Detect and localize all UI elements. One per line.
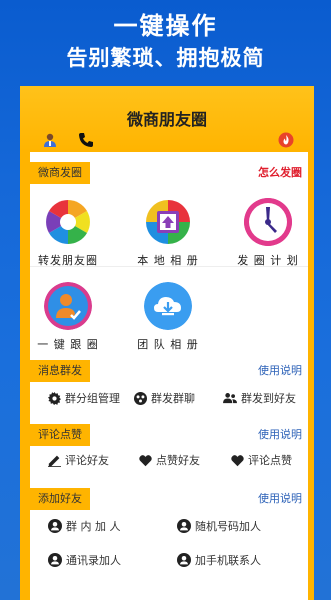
divider <box>30 266 308 267</box>
pencil-icon <box>48 455 61 467</box>
broadcast-to-friends-button[interactable]: 群发到好友 <box>223 390 296 408</box>
group-manage-button[interactable]: 群分组管理 <box>48 390 120 408</box>
grid-item-label: 团 队 相 册 <box>137 338 199 351</box>
posting-plan-button[interactable]: 发 圈 计 划 <box>228 198 308 268</box>
user-follow-icon <box>44 282 92 330</box>
row-item-label: 评论好友 <box>65 454 109 467</box>
how-to-post-link[interactable]: 怎么发圈 <box>258 162 302 184</box>
user-circle-icon <box>48 553 62 567</box>
group-chat-broadcast-button[interactable]: 群发群聊 <box>134 390 195 408</box>
comment-and-like-button[interactable]: 评论点赞 <box>231 452 292 470</box>
grid-item-label: 一 键 跟 圈 <box>37 338 99 351</box>
promo-headline: 一键操作 <box>113 12 218 40</box>
add-from-group-button[interactable]: 群 内 加 人 <box>48 518 121 536</box>
user-circle-icon <box>48 519 62 533</box>
team-album-button[interactable]: 团 队 相 册 <box>128 282 208 352</box>
follow-post-button[interactable]: 一 键 跟 圈 <box>28 282 108 352</box>
section-header-comments: 评论点赞 使用说明 <box>30 424 308 446</box>
add-random-number-button[interactable]: 随机号码加人 <box>177 518 261 536</box>
row-item-label: 群分组管理 <box>65 392 120 405</box>
row-item-label: 加手机联系人 <box>195 554 261 567</box>
row-item-label: 评论点赞 <box>248 454 292 467</box>
section-header-moments: 微商发圈 怎么发圈 <box>30 162 308 184</box>
row-item-label: 通讯录加人 <box>66 554 121 567</box>
section-label: 微商发圈 <box>30 162 90 184</box>
gear-icon <box>48 391 61 405</box>
usage-guide-link[interactable]: 使用说明 <box>258 360 302 382</box>
row-item-label: 群发到好友 <box>241 392 296 405</box>
like-friends-button[interactable]: 点赞好友 <box>139 452 200 470</box>
section-label: 评论点赞 <box>30 424 90 446</box>
users-icon <box>223 392 237 403</box>
right-accent-bar <box>308 152 314 600</box>
heart-icon <box>139 454 152 466</box>
flame-badge-icon[interactable] <box>278 132 294 148</box>
forward-moments-button[interactable]: 转发朋友圈 <box>28 198 108 268</box>
row-item-label: 点赞好友 <box>156 454 200 467</box>
section-label: 添加好友 <box>30 488 90 510</box>
aperture-icon <box>44 198 92 246</box>
section-label: 消息群发 <box>30 360 90 382</box>
promo-banner: 一键操作 告别繁琐、拥抱极简 <box>0 0 331 82</box>
row-item-label: 随机号码加人 <box>195 520 261 533</box>
section-header-group-msg: 消息群发 使用说明 <box>30 360 308 382</box>
user-icon[interactable] <box>42 132 58 148</box>
promo-subheadline: 告别繁琐、拥抱极简 <box>66 46 265 70</box>
app-screen: 微商朋友圈 微商发圈 怎么发圈 转发朋友圈 本 地 相 册 发 圈 计 划 一 … <box>20 86 314 600</box>
group-chat-icon <box>134 391 147 405</box>
add-from-contacts-button[interactable]: 通讯录加人 <box>48 552 121 570</box>
phone-icon[interactable] <box>78 132 94 148</box>
app-title: 微商朋友圈 <box>126 110 207 129</box>
add-phone-contacts-button[interactable]: 加手机联系人 <box>177 552 261 570</box>
album-upload-icon <box>144 198 192 246</box>
row-item-label: 群 内 加 人 <box>66 520 121 533</box>
section-header-add-friends: 添加好友 使用说明 <box>30 488 308 510</box>
clock-plan-icon <box>244 198 292 246</box>
user-circle-icon <box>177 519 191 533</box>
usage-guide-link[interactable]: 使用说明 <box>258 424 302 446</box>
comment-friends-button[interactable]: 评论好友 <box>48 452 109 470</box>
local-album-button[interactable]: 本 地 相 册 <box>128 198 208 268</box>
cloud-download-icon <box>144 282 192 330</box>
user-circle-icon <box>177 553 191 567</box>
heart-icon <box>231 454 244 466</box>
row-item-label: 群发群聊 <box>151 392 195 405</box>
usage-guide-link[interactable]: 使用说明 <box>258 488 302 510</box>
app-header: 微商朋友圈 <box>20 86 314 152</box>
